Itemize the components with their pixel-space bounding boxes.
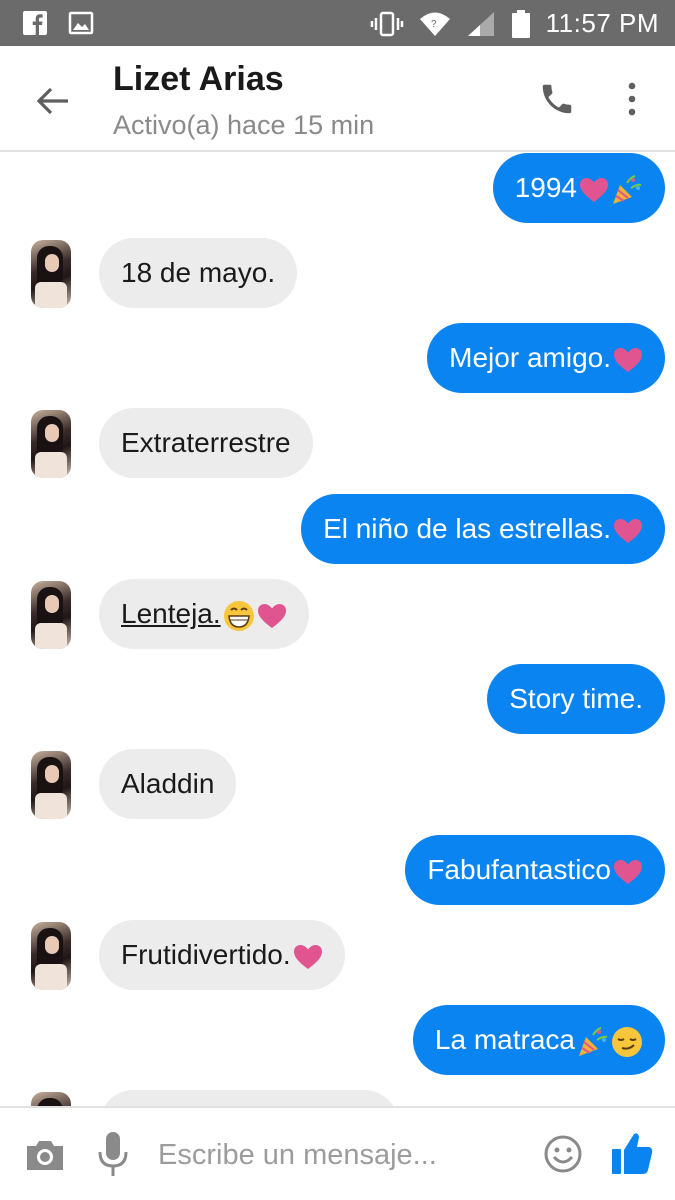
message-text: Story time. — [509, 683, 643, 714]
thumbs-up-icon[interactable] — [610, 1130, 654, 1176]
incoming-message[interactable]: Extraterrestre — [99, 408, 313, 478]
vibrate-icon — [370, 11, 403, 36]
message-input[interactable] — [158, 1128, 518, 1182]
message-text: Lenteja. — [121, 598, 221, 629]
heart-emoji-icon — [614, 347, 642, 372]
message-text: Extraterrestre — [121, 427, 291, 458]
outgoing-message[interactable]: La matraca — [412, 1005, 665, 1075]
clock-time: 11:57 PM — [545, 8, 659, 38]
message-text: 1994 — [514, 172, 577, 203]
message-text: Aladdin — [121, 768, 215, 799]
heart-emoji-icon — [614, 859, 642, 884]
signal-icon — [467, 11, 494, 36]
smirk-emoji-icon — [612, 1026, 642, 1057]
svg-text:?: ? — [431, 19, 437, 30]
message-composer — [0, 1106, 675, 1200]
battery-icon — [511, 9, 530, 38]
party-popper-emoji-icon — [613, 174, 642, 204]
message-text: Mejor amigo. — [449, 342, 611, 373]
incoming-message[interactable]: Lenteja. — [99, 579, 309, 649]
message-text: Fabufantastico — [427, 854, 611, 885]
contact-status: Activo(a) hace 15 min — [113, 110, 375, 140]
incoming-message[interactable] — [99, 1090, 399, 1106]
contact-name[interactable]: Lizet Arias — [113, 60, 284, 99]
contact-avatar[interactable] — [31, 751, 71, 819]
status-bar: ? 11:57 PM — [0, 0, 675, 46]
messenger-screen: ? 11:57 PM Lizet Arias Activo(a) hace 15… — [0, 0, 675, 1200]
contact-avatar[interactable] — [31, 581, 71, 649]
contact-avatar[interactable] — [31, 410, 71, 478]
back-arrow-icon — [36, 87, 68, 115]
message-list: 1994 18 de mayo. Mejor amigo. Extraterre… — [0, 152, 675, 1106]
camera-icon[interactable] — [24, 1134, 66, 1176]
message-text: El niño de las estrellas. — [323, 513, 611, 544]
contact-avatar[interactable] — [31, 922, 71, 990]
message-text: La matraca — [434, 1024, 575, 1055]
call-button[interactable] — [532, 74, 582, 124]
incoming-message[interactable]: Aladdin — [99, 749, 237, 819]
outgoing-message[interactable]: Story time. — [487, 664, 665, 734]
conversation-header: Lizet Arias Activo(a) hace 15 min — [0, 46, 675, 152]
party-popper-emoji-icon — [579, 1026, 608, 1056]
emoji-icon[interactable] — [543, 1134, 583, 1174]
phone-icon — [542, 84, 572, 114]
more-options-button[interactable] — [612, 74, 652, 124]
contact-avatar[interactable] — [31, 1092, 71, 1106]
incoming-message[interactable]: 18 de mayo. — [99, 238, 298, 308]
contact-avatar[interactable] — [31, 240, 71, 308]
microphone-icon[interactable] — [95, 1130, 131, 1178]
outgoing-message[interactable]: 1994 — [492, 153, 665, 223]
incoming-message[interactable]: Frutidivertido. — [99, 920, 345, 990]
message-text: Frutidivertido. — [121, 939, 291, 970]
heart-emoji-icon — [614, 518, 642, 543]
more-vertical-icon — [628, 82, 636, 116]
message-text: 18 de mayo. — [121, 257, 276, 288]
heart-emoji-icon — [580, 177, 608, 202]
wifi-icon: ? — [419, 12, 450, 36]
back-button[interactable] — [28, 76, 78, 126]
outgoing-message[interactable]: Mejor amigo. — [427, 323, 665, 393]
facebook-icon — [23, 11, 47, 35]
heart-emoji-icon — [293, 944, 322, 969]
heart-emoji-icon — [257, 603, 286, 628]
image-icon — [68, 11, 94, 35]
outgoing-message[interactable]: Fabufantastico — [405, 835, 665, 905]
outgoing-message[interactable]: El niño de las estrellas. — [301, 494, 665, 564]
grin-emoji-icon — [223, 600, 254, 631]
